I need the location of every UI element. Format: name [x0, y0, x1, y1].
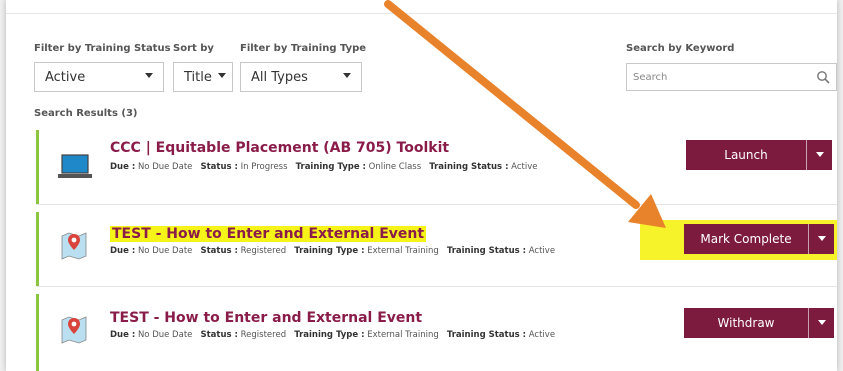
training-type-select[interactable]: All Types: [240, 62, 362, 92]
training-status-value: Active: [511, 162, 538, 172]
result-item: CCC | Equitable Placement (AB 705) Toolk…: [36, 128, 837, 205]
launch-button[interactable]: Launch: [686, 140, 806, 170]
keyword-search-input[interactable]: Search: [626, 63, 837, 91]
chevron-down-icon: [816, 152, 824, 157]
training-status-label: Training Status :: [429, 162, 509, 172]
sort-value: Title: [184, 69, 212, 85]
result-meta: Due : No Due Date Status : In Progress T…: [110, 162, 537, 172]
highlighted-title[interactable]: TEST - How to Enter and External Event: [110, 226, 427, 242]
type-label: Training Type :: [295, 162, 366, 172]
training-type-value: All Types: [251, 69, 308, 85]
sort-label: Sort by: [173, 43, 214, 54]
due-value: No Due Date: [137, 330, 193, 340]
filter-type-label: Filter by Training Type: [240, 43, 367, 54]
due-value: No Due Date: [137, 162, 193, 172]
due-value: No Due Date: [137, 246, 193, 256]
training-status-label: Training Status :: [446, 330, 527, 340]
training-status-value: Active: [45, 69, 86, 85]
map-pin-icon: [61, 232, 87, 260]
status-value: Registered: [240, 330, 287, 340]
training-status-value: Active: [528, 246, 556, 256]
chevron-down-icon: [818, 236, 826, 241]
chevron-down-icon: [818, 320, 826, 325]
status-value: Registered: [240, 246, 287, 256]
mark-complete-button[interactable]: Mark Complete: [684, 224, 808, 254]
training-status-select[interactable]: Active: [34, 62, 164, 92]
row-divider: [36, 286, 837, 287]
result-title[interactable]: TEST - How to Enter and External Event: [110, 310, 422, 326]
type-label: Training Type :: [294, 246, 365, 256]
training-panel: Filter by Training Status Sort by Filter…: [6, 0, 837, 371]
chevron-down-icon: [145, 73, 153, 78]
result-meta: Due : No Due Date Status : Registered Tr…: [110, 330, 555, 340]
sort-select[interactable]: Title: [173, 62, 233, 92]
status-label: Status :: [200, 246, 238, 256]
withdraw-button[interactable]: Withdraw: [684, 308, 808, 338]
laptop-icon: [58, 154, 92, 178]
result-title[interactable]: CCC | Equitable Placement (AB 705) Toolk…: [110, 140, 449, 156]
chevron-down-icon: [343, 73, 351, 78]
row-divider: [36, 204, 837, 205]
chevron-down-icon: [218, 73, 226, 78]
launch-menu-button[interactable]: [806, 140, 832, 170]
status-bar: [36, 130, 39, 205]
search-icon[interactable]: [816, 70, 830, 84]
due-label: Due :: [110, 330, 136, 340]
status-value: In Progress: [240, 162, 288, 172]
due-label: Due :: [110, 162, 136, 172]
top-divider: [6, 13, 837, 14]
result-title[interactable]: TEST - How to Enter and External Event: [110, 226, 427, 242]
mark-complete-menu-button[interactable]: [808, 224, 834, 254]
search-results-count: Search Results (3): [34, 108, 138, 119]
filter-status-label: Filter by Training Status: [34, 43, 171, 54]
status-label: Status :: [200, 162, 238, 172]
due-label: Due :: [110, 246, 136, 256]
type-value: External Training: [367, 330, 439, 340]
type-value: External Training: [367, 246, 439, 256]
withdraw-menu-button[interactable]: [808, 308, 834, 338]
type-label: Training Type :: [294, 330, 365, 340]
training-status-value: Active: [528, 330, 556, 340]
result-meta: Due : No Due Date Status : Registered Tr…: [110, 246, 555, 256]
keyword-label: Search by Keyword: [626, 43, 735, 54]
search-placeholder: Search: [633, 71, 668, 83]
training-status-label: Training Status :: [446, 246, 527, 256]
result-item: TEST - How to Enter and External Event D…: [36, 294, 837, 371]
status-bar: [36, 212, 39, 287]
type-value: Online Class: [368, 162, 422, 172]
map-pin-icon: [61, 316, 87, 344]
status-label: Status :: [200, 330, 238, 340]
status-bar: [36, 294, 39, 371]
result-item: TEST - How to Enter and External Event D…: [36, 212, 837, 287]
